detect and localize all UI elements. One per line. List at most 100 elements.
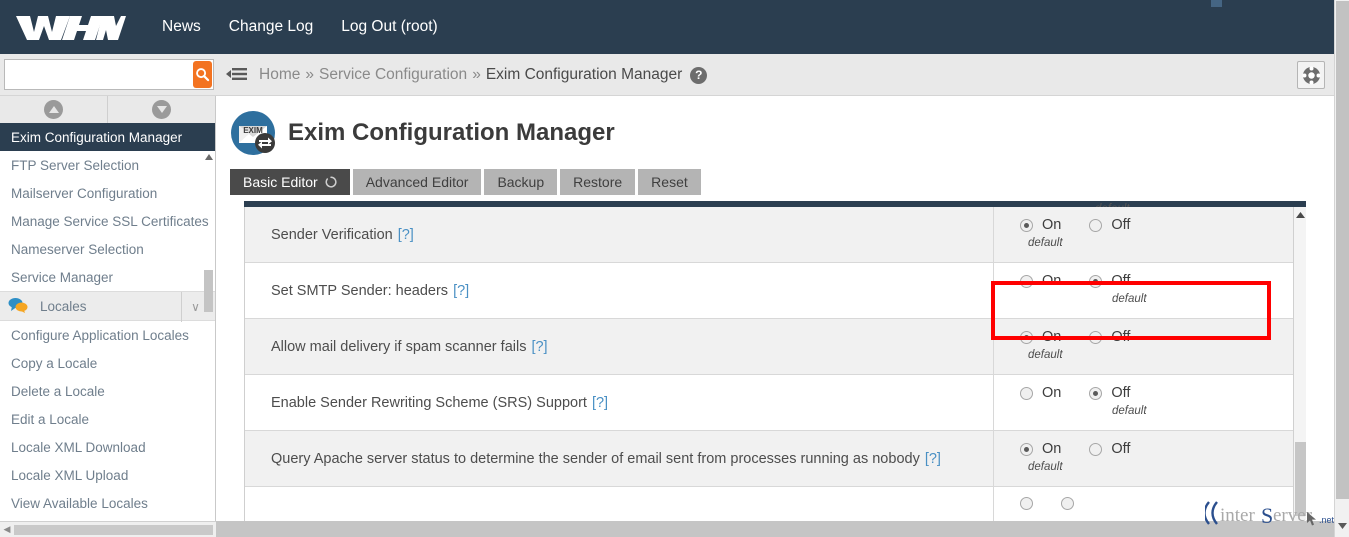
sidebar-expand-down-button[interactable] bbox=[108, 96, 215, 123]
settings-scroll-thumb[interactable] bbox=[1295, 442, 1306, 516]
sidebar-item-manage-service-ssl-certificates[interactable]: Manage Service SSL Certificates bbox=[0, 207, 215, 235]
radio-off-input[interactable] bbox=[1089, 387, 1102, 400]
nav-link-log-out[interactable]: Log Out (root) bbox=[327, 12, 452, 42]
sidebar-item-locale-xml-upload[interactable]: Locale XML Upload bbox=[0, 461, 215, 489]
nav-link-news[interactable]: News bbox=[148, 12, 215, 42]
sidebar-item-exim-configuration-manager[interactable]: Exim Configuration Manager bbox=[0, 123, 215, 151]
editor-tabs: Basic Editor Advanced Editor Backup Rest… bbox=[230, 169, 1334, 195]
scroll-down-arrow-icon[interactable] bbox=[1335, 519, 1349, 533]
sidebar-item-configure-application-locales[interactable]: Configure Application Locales bbox=[0, 321, 215, 349]
radio-group: On Off bbox=[1020, 385, 1305, 401]
radio-on-input[interactable] bbox=[1020, 443, 1033, 456]
sidebar-item-ftp-server-selection[interactable]: FTP Server Selection bbox=[0, 151, 215, 179]
sidebar-item-delete-a-locale[interactable]: Delete a Locale bbox=[0, 377, 215, 405]
settings-vertical-scrollbar[interactable] bbox=[1293, 207, 1306, 537]
radio-off-input[interactable] bbox=[1089, 443, 1102, 456]
setting-control: On Off default bbox=[993, 375, 1305, 430]
radio-option-off[interactable]: Off bbox=[1089, 217, 1130, 233]
setting-help-link[interactable]: [?] bbox=[531, 339, 547, 355]
scroll-up-arrow-icon[interactable] bbox=[204, 152, 213, 162]
sidebar-item-edit-a-locale[interactable]: Edit a Locale bbox=[0, 405, 215, 433]
setting-help-link[interactable]: [?] bbox=[925, 451, 941, 467]
radio-off-label: Off bbox=[1111, 329, 1130, 345]
sidebar-item-label: Locale XML Upload bbox=[11, 468, 128, 483]
breadcrumb-service-configuration[interactable]: Service Configuration bbox=[319, 66, 467, 84]
setting-help-link[interactable]: [?] bbox=[592, 395, 608, 411]
sidebar-item-service-manager[interactable]: Service Manager bbox=[0, 263, 215, 291]
tab-basic-editor[interactable]: Basic Editor bbox=[230, 169, 350, 195]
help-icon[interactable]: ? bbox=[690, 67, 707, 84]
scroll-up-arrow-icon[interactable] bbox=[1294, 209, 1307, 221]
scroll-left-arrow-icon[interactable]: ◀ bbox=[0, 524, 14, 535]
radio-on-input[interactable] bbox=[1020, 387, 1033, 400]
sidebar-controls bbox=[0, 96, 215, 123]
sidebar-item-mailserver-configuration[interactable]: Mailserver Configuration bbox=[0, 179, 215, 207]
setting-help-link[interactable]: [?] bbox=[453, 283, 469, 299]
radio-on-input[interactable] bbox=[1020, 219, 1033, 232]
radio-off-input[interactable] bbox=[1061, 497, 1074, 510]
radio-off-input[interactable] bbox=[1089, 331, 1102, 344]
radio-on-label: On bbox=[1042, 385, 1061, 401]
sidebar-vertical-scrollbar[interactable] bbox=[204, 152, 213, 520]
support-lifering-button[interactable] bbox=[1297, 61, 1325, 89]
loading-spinner-icon bbox=[325, 176, 337, 188]
sidebar-collapse-up-button[interactable] bbox=[0, 96, 108, 123]
search-box bbox=[4, 59, 214, 90]
sidebar-hscroll-thumb[interactable] bbox=[14, 525, 213, 535]
breadcrumb-home[interactable]: Home bbox=[259, 66, 300, 84]
radio-on-label: On bbox=[1042, 217, 1061, 233]
radio-option-on[interactable]: On bbox=[1020, 441, 1061, 457]
radio-off-input[interactable] bbox=[1089, 219, 1102, 232]
nav-link-change-log[interactable]: Change Log bbox=[215, 12, 327, 42]
sidebar-toggle-icon[interactable] bbox=[226, 65, 248, 83]
setting-name: Sender Verification bbox=[271, 227, 393, 243]
chevron-down-icon bbox=[152, 100, 171, 119]
setting-control: On Off default bbox=[993, 431, 1305, 486]
sidebar-item-copy-a-locale[interactable]: Copy a Locale bbox=[0, 349, 215, 377]
sidebar-group-locales[interactable]: Locales ∨ bbox=[0, 291, 215, 321]
sidebar-item-label: Configure Application Locales bbox=[11, 328, 189, 343]
search-input[interactable] bbox=[5, 61, 193, 88]
radio-on-input[interactable] bbox=[1020, 497, 1033, 510]
sidebar-item-label: View Available Locales bbox=[11, 496, 148, 511]
radio-on-input[interactable] bbox=[1020, 275, 1033, 288]
radio-option-on[interactable]: On bbox=[1020, 273, 1061, 289]
radio-option-on[interactable] bbox=[1020, 497, 1033, 510]
radio-option-off[interactable]: Off bbox=[1089, 329, 1130, 345]
breadcrumb-separator: » bbox=[305, 66, 314, 84]
tab-restore[interactable]: Restore bbox=[560, 169, 635, 195]
radio-option-off[interactable]: Off bbox=[1089, 385, 1130, 401]
sidebar-item-label: Mailserver Configuration bbox=[11, 186, 157, 201]
tab-backup[interactable]: Backup bbox=[484, 169, 557, 195]
radio-option-off[interactable]: Off bbox=[1089, 441, 1130, 457]
tab-label: Basic Editor bbox=[243, 174, 318, 190]
radio-option-off[interactable]: Off bbox=[1089, 273, 1130, 289]
radio-option-off[interactable] bbox=[1061, 497, 1074, 510]
sidebar-item-locale-xml-download[interactable]: Locale XML Download bbox=[0, 433, 215, 461]
sidebar-group-label: Locales bbox=[40, 299, 87, 314]
table-row: Sender Verification [?] On Off default bbox=[245, 207, 1305, 263]
sidebar-item-view-available-locales[interactable]: View Available Locales bbox=[0, 489, 215, 517]
radio-option-on[interactable]: On bbox=[1020, 217, 1061, 233]
browser-vertical-scrollbar[interactable] bbox=[1334, 0, 1349, 537]
radio-on-input[interactable] bbox=[1020, 331, 1033, 344]
radio-option-on[interactable]: On bbox=[1020, 385, 1061, 401]
tab-reset[interactable]: Reset bbox=[638, 169, 701, 195]
speech-bubbles-icon bbox=[8, 297, 28, 316]
search-button[interactable] bbox=[193, 61, 212, 88]
browser-scroll-thumb[interactable] bbox=[1336, 1, 1349, 499]
radio-group: On Off bbox=[1020, 329, 1305, 345]
sidebar-scroll-thumb[interactable] bbox=[204, 270, 213, 312]
cursor-artifact bbox=[1211, 0, 1222, 7]
sidebar-item-label: Manage Service SSL Certificates bbox=[11, 214, 209, 229]
setting-help-link[interactable]: [?] bbox=[398, 227, 414, 243]
sidebar-horizontal-scrollbar[interactable]: ◀ bbox=[0, 521, 216, 537]
tab-advanced-editor[interactable]: Advanced Editor bbox=[353, 169, 482, 195]
sidebar-item-label: FTP Server Selection bbox=[11, 158, 139, 173]
breadcrumb: Home » Service Configuration » Exim Conf… bbox=[259, 54, 707, 96]
radio-off-input[interactable] bbox=[1089, 275, 1102, 288]
whm-logo[interactable] bbox=[14, 10, 126, 44]
sidebar-item-nameserver-selection[interactable]: Nameserver Selection bbox=[0, 235, 215, 263]
table-row: Enable Sender Rewriting Scheme (SRS) Sup… bbox=[245, 375, 1305, 431]
radio-option-on[interactable]: On bbox=[1020, 329, 1061, 345]
